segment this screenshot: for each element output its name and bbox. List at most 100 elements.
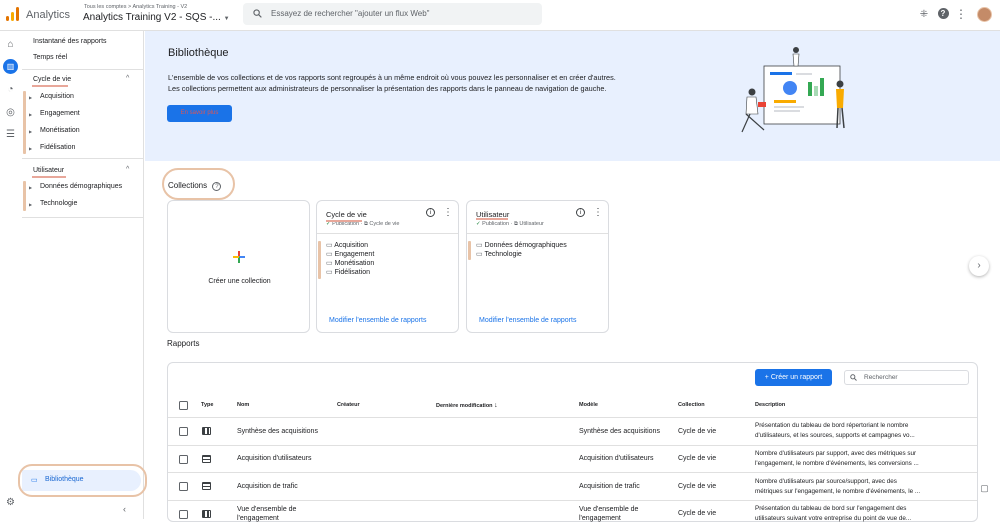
expand-arrow-icon[interactable]: ▶ xyxy=(29,185,32,190)
breadcrumb[interactable]: Tous les comptes > Analytics Training - … xyxy=(84,4,187,10)
expand-arrow-icon[interactable]: ▶ xyxy=(29,129,32,134)
nav-acquisition[interactable]: Acquisition xyxy=(40,93,74,100)
chevron-up-icon[interactable]: ^ xyxy=(126,75,129,82)
nav-technology[interactable]: Technologie xyxy=(40,200,77,207)
info-icon[interactable]: i xyxy=(576,208,585,217)
nav-monetisation[interactable]: Monétisation xyxy=(40,127,80,134)
learn-more-button[interactable]: En savoir plus xyxy=(167,105,232,122)
annotation-underline xyxy=(32,176,66,178)
nav-realtime[interactable]: Temps réel xyxy=(33,54,67,61)
search-icon xyxy=(253,9,262,18)
row-checkbox[interactable] xyxy=(179,510,188,519)
folder-item: ▭ Engagement xyxy=(326,250,374,258)
row-checkbox[interactable] xyxy=(179,455,188,464)
feedback-icon[interactable]: ▢ xyxy=(977,483,992,498)
settings-gear-icon[interactable]: ⚙ xyxy=(4,496,17,509)
divider xyxy=(22,158,144,159)
expand-arrow-icon[interactable]: ▶ xyxy=(29,202,32,207)
report-search-placeholder: Rechercher xyxy=(864,374,898,381)
folder-label: Technologie xyxy=(484,251,522,258)
collection-card-user[interactable]: Utilisateur ✓ Publication · ⧉ Utilisateu… xyxy=(466,200,609,333)
nav-snapshot[interactable]: Instantané des rapports xyxy=(33,38,107,45)
property-selector[interactable]: Analytics Training V2 - SQS -... ▼ xyxy=(83,12,230,23)
apps-grid-icon[interactable]: ⁜ xyxy=(918,9,930,20)
description-line: utilisateurs suivant votre entreprise du… xyxy=(755,515,912,522)
library-hero xyxy=(145,31,1000,161)
template-icon: ⧉ xyxy=(513,221,518,227)
divider xyxy=(168,500,977,501)
folder-item: ▭ Technologie xyxy=(476,250,522,258)
create-collection-card[interactable]: Créer une collection xyxy=(167,200,310,333)
nav-retention[interactable]: Fidélisation xyxy=(40,144,75,151)
divider xyxy=(467,233,608,234)
column-type[interactable]: Type xyxy=(201,402,213,408)
report-collection: Cycle de vie xyxy=(678,455,717,462)
home-icon[interactable]: ⌂ xyxy=(4,38,17,51)
column-description[interactable]: Description xyxy=(755,402,785,408)
column-collection[interactable]: Collection xyxy=(678,402,705,408)
nav-user-heading[interactable]: Utilisateur xyxy=(33,167,64,174)
edit-report-set-link[interactable]: Modifier l'ensemble de rapports xyxy=(479,317,576,324)
chevron-right-icon[interactable]: › xyxy=(969,256,989,276)
hero-description-line2: Les collections permettent aux administr… xyxy=(168,84,607,93)
card-status: ✓ Publication · ⧉ Cycle de vie xyxy=(326,221,400,227)
left-rail xyxy=(0,31,21,519)
expand-arrow-icon[interactable]: ▶ xyxy=(29,146,32,151)
create-report-button[interactable]: + Créer un rapport xyxy=(755,369,832,386)
annotation-circle xyxy=(18,464,147,497)
column-creator[interactable]: Créateur xyxy=(337,402,360,408)
column-model[interactable]: Modèle xyxy=(579,402,598,408)
report-name[interactable]: Acquisition de trafic xyxy=(237,483,298,490)
report-name[interactable]: Acquisition d'utilisateurs xyxy=(237,455,311,462)
report-name[interactable]: Vue d'ensemble de l'engagement xyxy=(237,505,296,523)
folder-label: Acquisition xyxy=(334,242,369,249)
edit-report-set-link[interactable]: Modifier l'ensemble de rapports xyxy=(329,317,426,324)
folder-icon: ▭ xyxy=(326,242,333,249)
divider xyxy=(168,445,977,446)
user-avatar[interactable] xyxy=(977,7,992,22)
report-model: Synthèse des acquisitions xyxy=(579,428,660,435)
card-status: ✓ Publication · ⧉ Utilisateur xyxy=(476,221,544,227)
reports-heading: Rapports xyxy=(167,339,200,348)
column-name[interactable]: Nom xyxy=(237,402,249,408)
chevron-up-icon[interactable]: ^ xyxy=(126,166,129,173)
explore-icon[interactable]: ◔ xyxy=(4,83,17,96)
analytics-logo-icon[interactable] xyxy=(6,7,20,21)
expand-arrow-icon[interactable]: ▶ xyxy=(29,112,32,117)
expand-arrow-icon[interactable]: ▶ xyxy=(29,95,32,100)
report-description: Nombre d'utilisateurs par source/support… xyxy=(755,477,965,497)
description-line: Nombre d'utilisateurs par source/support… xyxy=(755,478,897,485)
more-vert-icon[interactable]: ⋮ xyxy=(955,7,967,21)
help-icon[interactable]: ? xyxy=(937,8,949,19)
nav-lifecycle-heading[interactable]: Cycle de vie xyxy=(33,76,71,83)
configure-icon[interactable]: ☰ xyxy=(4,128,17,141)
annotation-bar xyxy=(23,91,26,154)
divider xyxy=(317,233,458,234)
report-name[interactable]: Synthèse des acquisitions xyxy=(237,428,318,435)
info-icon[interactable]: i xyxy=(426,208,435,217)
property-name: Analytics Training V2 - SQS -... xyxy=(83,12,221,23)
table-icon xyxy=(202,482,211,490)
folder-label: Engagement xyxy=(334,251,375,258)
folder-icon: ▭ xyxy=(326,260,333,267)
select-all-checkbox[interactable] xyxy=(179,401,188,410)
more-vert-icon[interactable]: ⋮ xyxy=(593,207,603,218)
annotation-bar xyxy=(23,181,26,211)
reports-icon[interactable]: ▥ xyxy=(3,59,18,74)
collection-card-lifecycle[interactable]: Cycle de vie ✓ Publication · ⧉ Cycle de … xyxy=(316,200,459,333)
nav-engagement[interactable]: Engagement xyxy=(40,110,80,117)
folder-icon: ▭ xyxy=(476,251,483,258)
report-description: Nombre d'utilisateurs par support, avec … xyxy=(755,449,965,469)
report-search-input[interactable] xyxy=(844,370,969,385)
annotation-underline xyxy=(326,220,362,222)
divider xyxy=(22,69,144,70)
row-checkbox[interactable] xyxy=(179,427,188,436)
annotation-bar xyxy=(318,241,321,279)
nav-demographics[interactable]: Données démographiques xyxy=(40,183,122,190)
advertising-icon[interactable]: ◎ xyxy=(4,106,17,119)
template-label: Cycle de vie xyxy=(369,221,400,227)
row-checkbox[interactable] xyxy=(179,482,188,491)
more-vert-icon[interactable]: ⋮ xyxy=(443,207,453,218)
column-last-modified[interactable]: Dernière modification ↓ xyxy=(436,402,498,409)
collapse-panel-icon[interactable]: ‹ xyxy=(123,504,126,514)
